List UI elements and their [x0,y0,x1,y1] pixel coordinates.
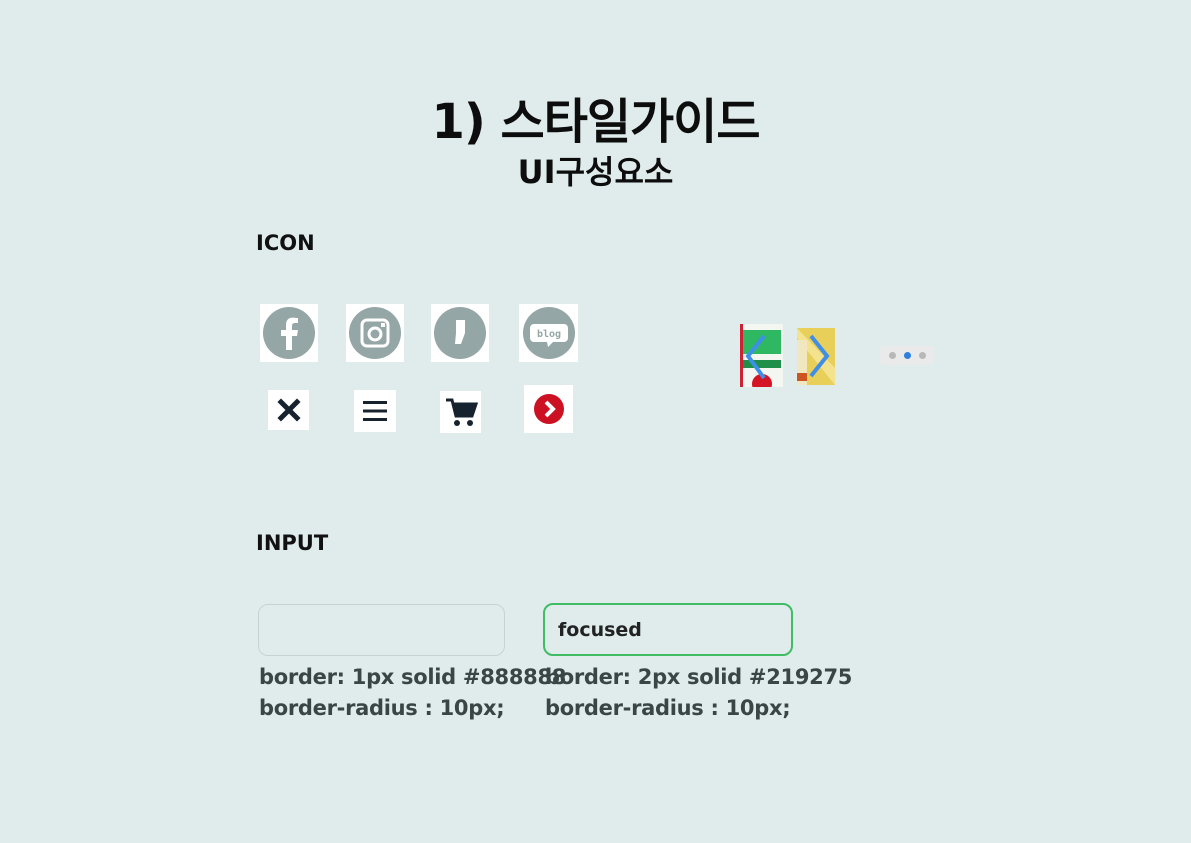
next-arrow-icon[interactable] [524,385,573,433]
carousel-prev-button[interactable] [740,324,783,387]
pagination-dot[interactable] [888,352,896,359]
text-input-default[interactable] [258,604,505,656]
input-section-label: INPUT [256,531,329,555]
icon-section-label: ICON [256,231,315,255]
default-input-spec: border: 1px solid #888888 border-radius … [259,662,566,724]
page-subtitle: UI구성요소 [517,153,674,191]
focused-radius-spec: border-radius : 10px; [545,696,791,720]
close-icon[interactable] [268,390,309,430]
blog-icon[interactable]: blog [519,304,578,362]
text-input-focused[interactable] [543,603,793,656]
pagination-dot-active[interactable] [903,352,911,359]
page-title: 1) 스타일가이드 [431,94,760,150]
focused-input-spec: border: 2px solid #219275 border-radius … [545,662,852,724]
cart-icon[interactable] [440,391,481,433]
focused-border-spec: border: 2px solid #219275 [545,665,853,689]
default-border-spec: border: 1px solid #888888 [259,665,567,689]
default-radius-spec: border-radius : 10px; [259,696,505,720]
carousel-pagination [880,346,934,365]
menu-icon[interactable] [354,390,396,432]
svg-text:blog: blog [536,329,560,340]
kakao-story-icon[interactable] [431,304,489,362]
instagram-icon[interactable] [346,304,404,362]
facebook-icon[interactable] [260,304,318,362]
pagination-dot[interactable] [918,352,926,359]
carousel-next-button[interactable] [797,328,835,385]
